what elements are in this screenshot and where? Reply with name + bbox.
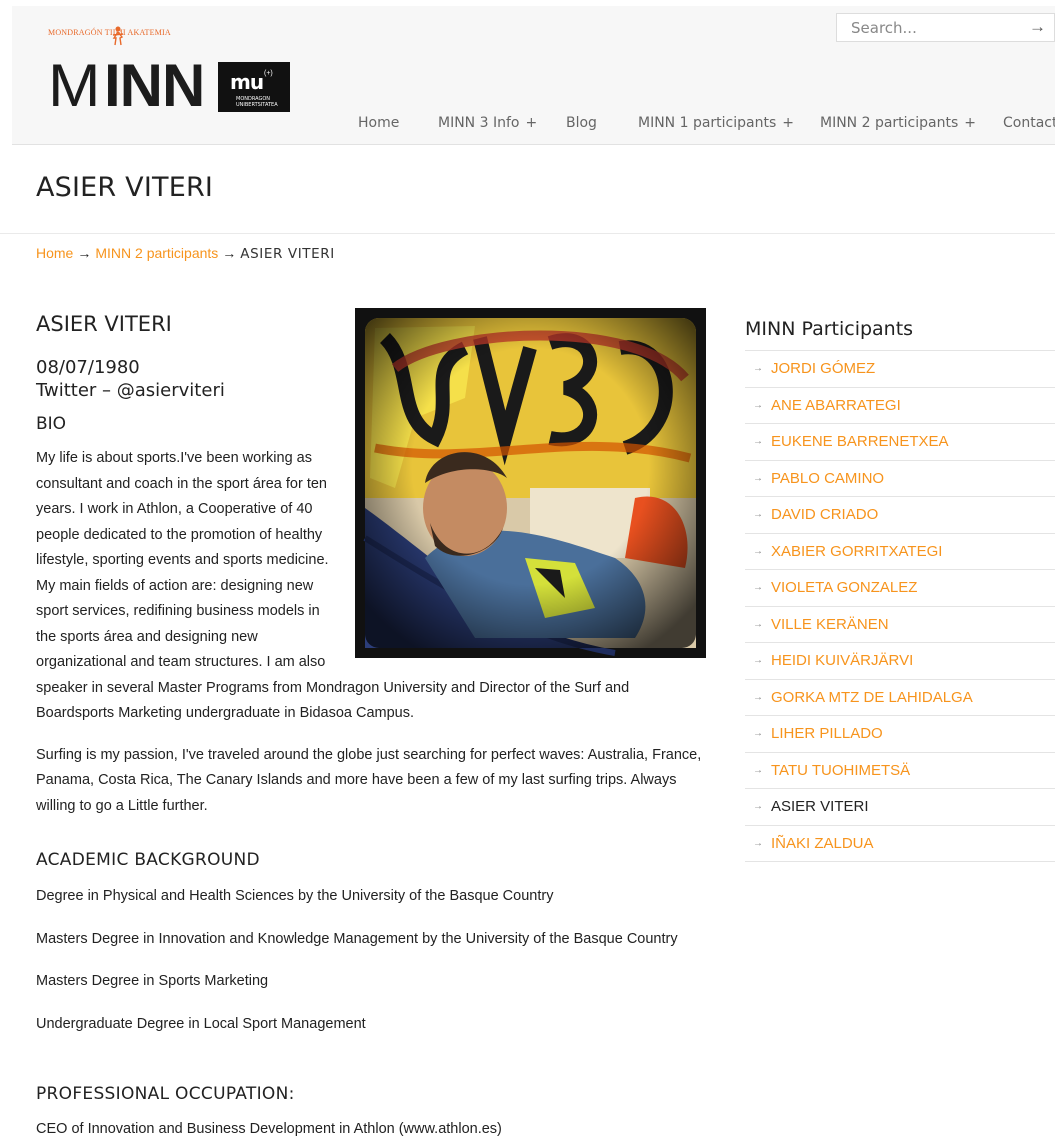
participant-link[interactable]: HEIDI KUIVÄRJÄRVI [771, 652, 913, 669]
participant-item: → EUKENE BARRENETXEA [745, 424, 1055, 461]
plus-icon: + [782, 115, 795, 131]
participant-link[interactable]: LIHER PILLADO [771, 725, 883, 742]
participant-link[interactable]: TATU TUOHIMETSÄ [771, 762, 910, 779]
participant-link[interactable]: JORDI GÓMEZ [771, 360, 875, 377]
participant-link[interactable]: ASIER VITERI [771, 798, 869, 815]
participant-item: → VIOLETA GONZALEZ [745, 570, 1055, 607]
arrow-icon: → [753, 363, 763, 375]
breadcrumb-parent[interactable]: MINN 2 participants [95, 245, 218, 261]
breadcrumb: Home → MINN 2 participants → ASIER VITERI [36, 245, 335, 262]
participant-link[interactable]: VIOLETA GONZALEZ [771, 579, 917, 596]
arrow-icon: → [753, 472, 763, 484]
participant-item: → JORDI GÓMEZ [745, 351, 1055, 388]
participant-item-current: → ASIER VITERI [745, 789, 1055, 826]
logo-academy-text: MONDRAGÓN TIIMI AKATEMIA [48, 28, 171, 37]
logo-mu-subtext: MONDRAGON UNIBERTSITATEA [236, 96, 278, 108]
search-box: → [836, 13, 1055, 42]
arrow-icon: → [753, 509, 763, 521]
search-submit-icon[interactable]: → [1029, 17, 1046, 37]
participant-link[interactable]: DAVID CRIADO [771, 506, 878, 523]
nav-blog[interactable]: Blog [566, 115, 638, 131]
participant-link[interactable]: GORKA MTZ DE LAHIDALGA [771, 689, 973, 706]
participants-sidebar: MINN Participants → JORDI GÓMEZ → ANE ABAR… [745, 318, 1055, 862]
plus-icon: + [525, 115, 538, 131]
title-divider [0, 233, 1055, 234]
page-title: ASIER VITERI [36, 172, 214, 203]
academic-item: Degree in Physical and Health Sciences b… [36, 888, 554, 904]
nav-minn2-participants[interactable]: MINN 2 participants + [820, 115, 1003, 131]
logo-mu-text: mu [230, 70, 264, 94]
participants-list: → JORDI GÓMEZ → ANE ABARRATEGI → EUKENE BAR… [745, 351, 1055, 862]
breadcrumb-home[interactable]: Home [36, 245, 73, 261]
logo-mu-sub2: UNIBERTSITATEA [236, 102, 278, 108]
participant-item: → IÑAKI ZALDUA [745, 826, 1055, 862]
participant-link[interactable]: VILLE KERÄNEN [771, 616, 889, 633]
nav-minn3-label: MINN 3 Info [438, 115, 520, 131]
academic-section: ACADEMIC BACKGROUND Degree in Physical a… [36, 850, 706, 1054]
participant-link[interactable]: IÑAKI ZALDUA [771, 835, 874, 852]
academic-heading: ACADEMIC BACKGROUND [36, 850, 260, 870]
participant-item: → PABLO CAMINO [745, 461, 1055, 497]
participant-link[interactable]: XABIER GORRITXATEGI [771, 543, 942, 560]
participant-link[interactable]: PABLO CAMINO [771, 470, 884, 487]
arrow-icon: → [753, 436, 763, 448]
arrow-icon: → [753, 837, 763, 849]
participant-item: → LIHER PILLADO [745, 716, 1055, 753]
participant-item: → ANE ABARRATEGI [745, 388, 1055, 424]
sidebar-title: MINN Participants [745, 318, 1055, 351]
plus-icon: + [964, 115, 977, 131]
breadcrumb-separator: → [222, 245, 237, 261]
academic-item: Masters Degree in Sports Marketing [36, 973, 269, 989]
arrow-icon: → [753, 582, 763, 594]
arrow-icon: → [753, 728, 763, 740]
bio-paragraph-2: Surfing is my passion, I've traveled aro… [36, 746, 702, 814]
participant-item: → DAVID CRIADO [745, 497, 1055, 534]
nav-minn1-label: MINN 1 participants [638, 115, 777, 131]
participant-link[interactable]: ANE ABARRATEGI [771, 397, 901, 414]
professional-text: CEO of Innovation and Business Developme… [36, 1121, 502, 1137]
arrow-icon: → [753, 801, 763, 813]
arrow-icon: → [753, 545, 763, 557]
participant-link[interactable]: EUKENE BARRENETXEA [771, 433, 949, 450]
logo-m: M [48, 52, 101, 119]
nav-minn1-participants[interactable]: MINN 1 participants + [638, 115, 820, 131]
participant-item: → GORKA MTZ DE LAHIDALGA [745, 680, 1055, 716]
nav-minn2-label: MINN 2 participants [820, 115, 959, 131]
main-nav: Home MINN 3 Info + Blog MINN 1 participan… [358, 115, 1055, 131]
search-input[interactable] [837, 14, 1022, 41]
participant-item: → XABIER GORRITXATEGI [745, 534, 1055, 570]
arrow-icon: → [753, 691, 763, 703]
breadcrumb-current: ASIER VITERI [240, 246, 335, 262]
academic-item: Masters Degree in Innovation and Knowled… [36, 930, 678, 947]
professional-heading: PROFESSIONAL OCCUPATION: [36, 1084, 295, 1104]
academic-item: Undergraduate Degree in Local Sport Mana… [36, 1015, 366, 1032]
arrow-icon: → [753, 655, 763, 667]
breadcrumb-separator: → [77, 245, 92, 261]
nav-minn3-info[interactable]: MINN 3 Info + [438, 115, 566, 131]
arrow-icon: → [753, 618, 763, 630]
profile-photo [355, 308, 706, 658]
site-logo[interactable]: MONDRAGÓN TIIMI AKATEMIA M INN mu (+) MO… [48, 26, 298, 128]
profile-photo-image [363, 318, 696, 656]
participant-item: → HEIDI KUIVÄRJÄRVI [745, 643, 1055, 680]
arrow-icon: → [753, 399, 763, 411]
nav-home[interactable]: Home [358, 115, 438, 131]
nav-contact[interactable]: Contact [1003, 115, 1055, 131]
participant-item: → VILLE KERÄNEN [745, 607, 1055, 643]
logo-mu-sup: (+) [264, 70, 273, 77]
arrow-icon: → [753, 764, 763, 776]
logo-inn: INN [104, 52, 205, 119]
mondragon-university-logo: mu (+) MONDRAGON UNIBERTSITATEA [218, 62, 290, 112]
profile-content: ASIER VITERI 08/07/1980 Twitter – @asier… [36, 308, 706, 835]
participant-item: → TATU TUOHIMETSÄ [745, 753, 1055, 789]
